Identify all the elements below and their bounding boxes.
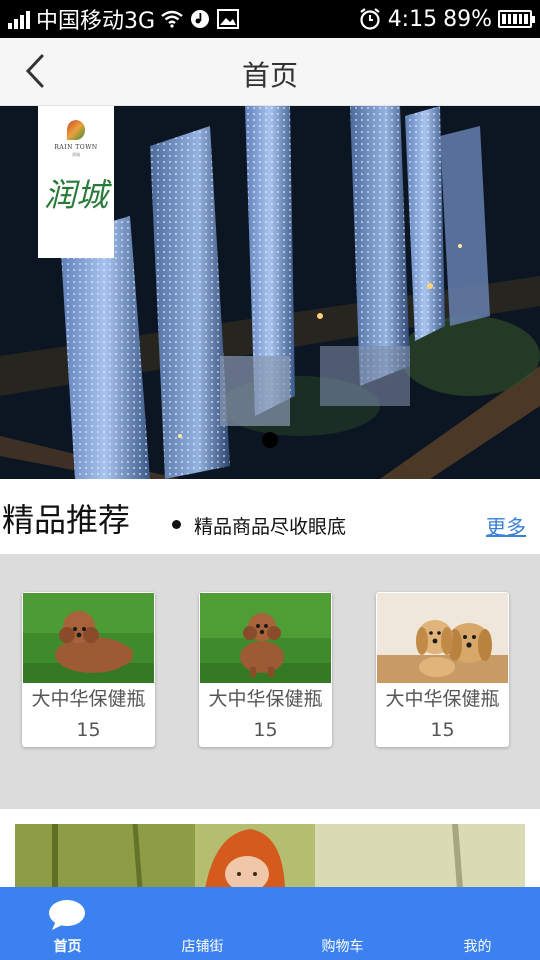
tab-label: 我的 [463, 939, 492, 955]
tab-label: 首页 [53, 939, 82, 955]
tab-label: 购物车 [321, 939, 364, 955]
brand-logo-en: RAIN TOWN [54, 144, 98, 151]
more-link[interactable]: 更多 [486, 511, 526, 540]
tab-label: 店铺街 [181, 939, 224, 955]
bullet-icon [172, 520, 181, 529]
brand-logo: RAIN TOWN 润城 润城 [38, 106, 114, 258]
product-card[interactable]: 大中华保健瓶 15 [199, 592, 332, 747]
tab-mine[interactable]: 我的 [410, 887, 540, 960]
clock-time: 4:15 [387, 6, 438, 32]
alarm-icon [360, 8, 380, 30]
product-card[interactable]: 大中华保健瓶 15 [22, 592, 155, 747]
brand-logo-cn: 润城 [43, 176, 108, 214]
status-left: 中国移动3G [8, 4, 240, 34]
product-name: 大中华保健瓶 [208, 688, 323, 710]
dachshund-photo [377, 593, 508, 683]
page-title: 首页 [241, 59, 298, 92]
product-price: 15 [253, 719, 278, 741]
product-name: 大中华保健瓶 [385, 688, 500, 710]
carousel-indicator-dot[interactable] [262, 432, 278, 448]
signal-icon [8, 9, 30, 29]
app-header: 首页 [0, 38, 540, 106]
product-price: 15 [76, 719, 101, 741]
section-subtitle: 精品商品尽收眼底 [194, 516, 347, 538]
battery-icon [498, 10, 535, 28]
tab-shops[interactable]: 店铺街 [135, 887, 270, 960]
brand-logo-sub: 润城 [72, 152, 80, 157]
poodle-photo [200, 593, 331, 683]
product-grid: 大中华保健瓶 15 大中华保健瓶 15 大中华保健瓶 15 [0, 554, 540, 809]
tab-cart[interactable]: 购物车 [275, 887, 410, 960]
featured-section-header: 精品推荐 精品商品尽收眼底 更多 [0, 479, 540, 554]
product-card[interactable]: 大中华保健瓶 15 [376, 592, 509, 747]
bottom-tab-bar: 首页 店铺街 购物车 我的 [0, 887, 540, 960]
status-right: 4:15 89% [358, 4, 535, 34]
promo-banner[interactable] [15, 824, 525, 889]
brand-mark-icon [67, 120, 85, 140]
section-title: 精品推荐 [2, 501, 131, 539]
wifi-icon [161, 10, 183, 28]
fantasy-art-photo [15, 824, 525, 889]
status-bar: 中国移动3G 4:15 89% [0, 0, 540, 38]
product-price: 15 [430, 719, 455, 741]
tab-home[interactable]: 首页 [0, 887, 135, 960]
music-icon [191, 10, 210, 28]
product-name: 大中华保健瓶 [31, 688, 146, 710]
chat-bubble-icon [49, 900, 85, 930]
battery-percent: 89% [443, 6, 492, 32]
image-icon [217, 9, 240, 29]
carrier-label: 中国移动3G [36, 9, 156, 34]
banner-carousel[interactable]: RAIN TOWN 润城 润城 [0, 106, 540, 479]
poodle-photo [23, 593, 154, 683]
